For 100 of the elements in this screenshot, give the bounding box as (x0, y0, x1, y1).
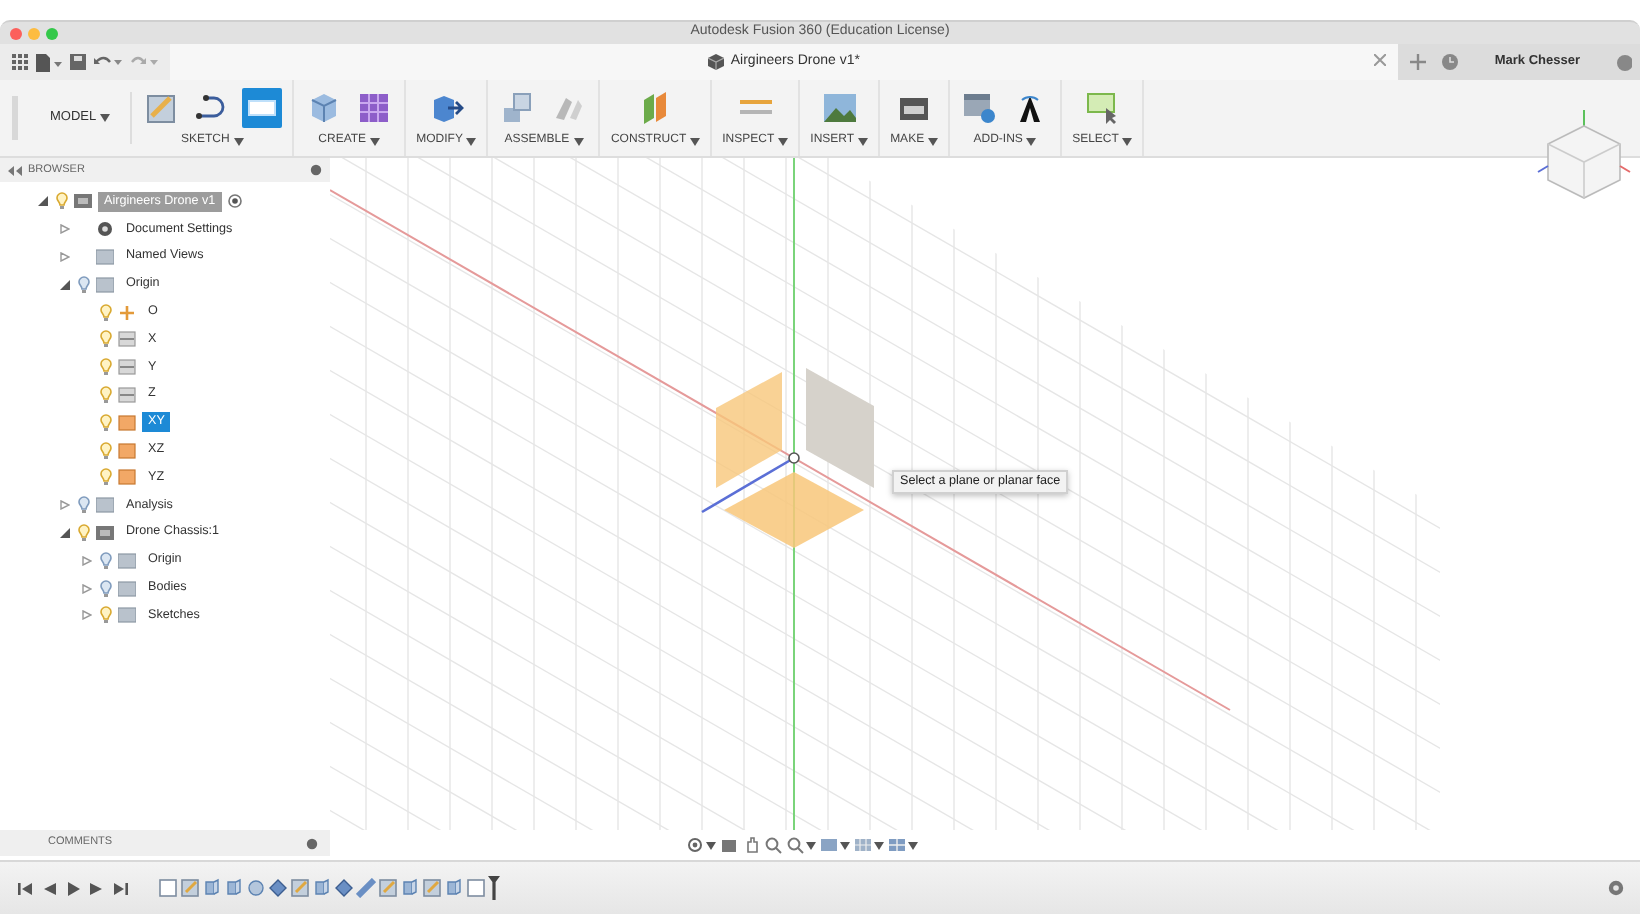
caret-icon (466, 137, 477, 146)
axis-icon (118, 330, 136, 349)
triangle-icon (60, 279, 70, 290)
folder-icon (96, 496, 114, 515)
gear-icon (96, 220, 114, 239)
apps-grid-icon[interactable] (12, 54, 28, 70)
timeline-marker[interactable] (488, 876, 500, 900)
light-bulb-icon[interactable] (100, 579, 112, 598)
view-cube-drawing[interactable] (1536, 106, 1632, 202)
expand-arrow[interactable] (80, 610, 94, 621)
file-menu-icon[interactable] (36, 53, 62, 71)
extrude-icon (312, 878, 332, 898)
triangle-icon (60, 251, 70, 262)
light-bulb-icon[interactable] (100, 303, 112, 322)
light-bulb-icon[interactable] (100, 606, 112, 625)
close-button[interactable] (10, 27, 22, 39)
zoom-window-button[interactable] (786, 836, 816, 854)
component-icon (96, 523, 114, 542)
plus-icon[interactable] (1410, 54, 1427, 70)
caret-icon (858, 137, 869, 146)
presspull-icon (428, 90, 465, 126)
light-bulb-icon[interactable] (100, 468, 112, 487)
extrude-icon (444, 878, 464, 898)
revolve-icon (246, 878, 266, 898)
component-icon (74, 192, 92, 211)
light-bulb-icon[interactable] (78, 496, 90, 515)
extrude-feature[interactable] (444, 878, 464, 898)
triangle-icon (60, 500, 70, 511)
radio-icon[interactable] (227, 194, 242, 209)
origin-point[interactable] (788, 452, 800, 464)
viewports-icon (888, 836, 906, 854)
viewports-button[interactable] (888, 836, 918, 854)
joint-icon (334, 878, 354, 898)
settings-icon[interactable] (1608, 880, 1624, 896)
caret-icon (928, 137, 939, 146)
light-bulb-icon[interactable] (100, 358, 112, 377)
expand-arrow[interactable] (80, 555, 94, 566)
orbit-button[interactable] (686, 836, 716, 854)
triangle-icon (82, 583, 92, 594)
light-bulb-icon[interactable] (100, 413, 112, 432)
grid-settings-button[interactable] (854, 836, 884, 854)
extrude-feature[interactable] (202, 878, 222, 898)
revolve-feature[interactable] (246, 878, 266, 898)
caret-icon (573, 137, 584, 146)
fillet-icon (356, 878, 376, 898)
sketch-icon (378, 878, 398, 898)
collapse-arrow[interactable] (58, 527, 72, 538)
extrude-feature[interactable] (224, 878, 244, 898)
zoom-button[interactable] (764, 836, 782, 854)
light-bulb-icon[interactable] (100, 441, 112, 460)
joint-feature[interactable] (334, 878, 354, 898)
expand-arrow[interactable] (58, 224, 72, 235)
sketch-feature[interactable] (180, 878, 200, 898)
display-settings-icon (820, 836, 838, 854)
clock-icon[interactable] (1442, 54, 1459, 70)
rectangle-button[interactable] (242, 88, 283, 128)
zoom-icon (764, 836, 782, 854)
expand-arrow[interactable] (80, 583, 94, 594)
expand-arrow[interactable] (58, 251, 72, 262)
sketch-feature[interactable] (158, 878, 178, 898)
collapse-arrow[interactable] (58, 279, 72, 290)
fillet-feature[interactable] (356, 878, 376, 898)
collapse-arrow[interactable] (36, 196, 50, 207)
step-back-button[interactable] (42, 881, 56, 895)
scripts-button[interactable] (960, 88, 1001, 128)
extrude-feature[interactable] (400, 878, 420, 898)
close-tab-button[interactable] (1374, 54, 1387, 66)
help-icon[interactable] (1616, 53, 1632, 71)
collapse-panel-icon[interactable] (8, 165, 22, 175)
sketch-feature[interactable] (378, 878, 398, 898)
display-settings-button[interactable] (820, 836, 850, 854)
expand-arrow[interactable] (58, 500, 72, 511)
sketch-feature[interactable] (290, 878, 310, 898)
pin-icon[interactable] (306, 837, 318, 849)
pan-button[interactable] (742, 836, 760, 854)
pin-icon[interactable] (310, 164, 322, 176)
light-bulb-icon[interactable] (100, 385, 112, 404)
caret-icon (840, 841, 850, 849)
play-button[interactable] (66, 881, 80, 895)
extrude-feature[interactable] (312, 878, 332, 898)
step-forward-button[interactable] (90, 881, 104, 895)
insert-image-button[interactable] (819, 88, 860, 128)
sketch-feature[interactable] (422, 878, 442, 898)
axis-icon (118, 385, 136, 404)
caret-icon (1026, 137, 1037, 146)
go-to-end-button[interactable] (114, 881, 128, 895)
undo-icon[interactable] (94, 54, 122, 70)
triangle-icon (60, 527, 70, 538)
go-to-start-button[interactable] (18, 881, 32, 895)
select-icon (1084, 90, 1121, 126)
joint-feature[interactable] (268, 878, 288, 898)
light-bulb-icon[interactable] (100, 330, 112, 349)
light-bulb-icon[interactable] (100, 551, 112, 570)
save-icon[interactable] (70, 54, 86, 70)
caret-icon (1122, 137, 1133, 146)
pan-icon (742, 836, 760, 854)
triangle-icon (38, 196, 48, 207)
caret-icon (233, 137, 244, 146)
sketch-icon (290, 878, 310, 898)
caret-icon (908, 841, 918, 849)
